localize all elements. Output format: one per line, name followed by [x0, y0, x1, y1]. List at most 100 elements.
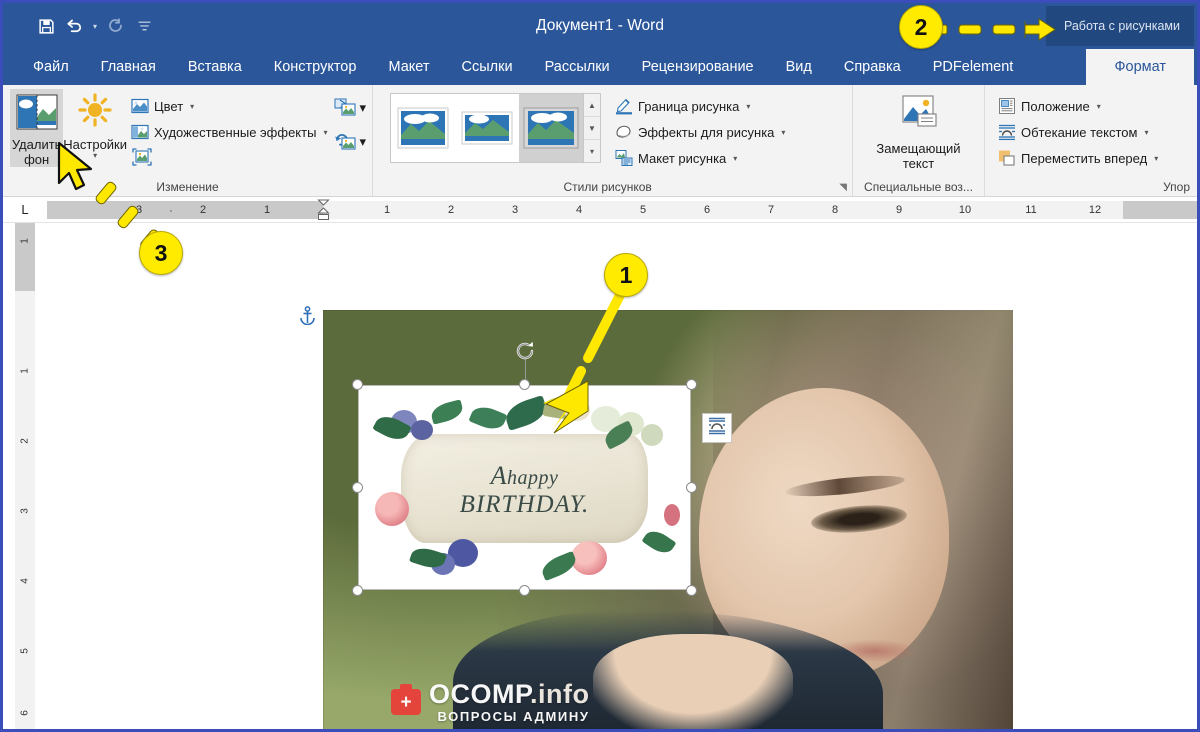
text-wrap-button[interactable]: Обтекание текстом ▾	[994, 119, 1162, 145]
quick-access-toolbar[interactable]: ▾	[3, 13, 157, 39]
annotation-badge-2: 2	[899, 5, 943, 49]
resize-handle-nw[interactable]	[352, 379, 363, 390]
resize-handle-s[interactable]	[519, 585, 530, 596]
resize-handle-ne[interactable]	[686, 379, 697, 390]
tab-help[interactable]: Справка	[828, 49, 917, 85]
resize-handle-se[interactable]	[686, 585, 697, 596]
position-caret-icon[interactable]: ▾	[1097, 102, 1101, 111]
artistic-effects-icon	[131, 123, 149, 141]
compress-pictures-button[interactable]	[127, 145, 331, 171]
alt-text-button[interactable]: Замещающий текст	[859, 89, 979, 171]
picture-border-button[interactable]: Граница рисунка ▾	[611, 93, 789, 119]
change-picture-button[interactable]: ▾	[334, 97, 366, 119]
tab-view[interactable]: Вид	[770, 49, 828, 85]
vertical-mark-3: 3	[19, 508, 31, 514]
picture-layout-label: Макет рисунка	[638, 150, 727, 166]
picture-styles-gallery[interactable]: ▲ ▼ ▾	[390, 93, 601, 163]
horizontal-ruler[interactable]: L 3 2 1 1 2 3 4 5 6 7 8 9 10 11 12 ·	[3, 197, 1197, 223]
tab-layout[interactable]: Макет	[372, 49, 445, 85]
artistic-effects-button[interactable]: Художественные эффекты ▾	[127, 119, 331, 145]
rotate-icon[interactable]	[514, 340, 536, 362]
watermark-main-text: OCOMP	[429, 679, 531, 709]
tab-review[interactable]: Рецензирование	[626, 49, 770, 85]
color-caret-icon[interactable]: ▾	[190, 102, 194, 111]
tab-file[interactable]: Файл	[17, 49, 85, 85]
save-icon[interactable]	[33, 13, 59, 39]
ribbon-group-arrange: Положение ▾ Обтекание текстом ▾ Перемест…	[985, 85, 1197, 196]
tab-stop-selector[interactable]: L	[3, 197, 47, 222]
ruler-text-area	[323, 201, 1123, 219]
document-page[interactable]: Ahappy BIRTHDAY. + OCOMP.info ВОПРОСЫ АД…	[47, 223, 1197, 729]
picture-styles-dialog-launcher-icon[interactable]: ◥	[839, 179, 847, 196]
color-button[interactable]: Цвет ▾	[127, 93, 331, 119]
group-label-arrange: Упор	[1163, 180, 1190, 194]
layout-options-button[interactable]	[702, 413, 732, 443]
picture-effects-caret-icon[interactable]: ▾	[781, 128, 785, 137]
watermark-sub: ВОПРОСЫ АДМИНУ	[437, 709, 590, 724]
ruler-mark-8: 8	[831, 204, 839, 216]
text-wrap-caret-icon[interactable]: ▾	[1144, 128, 1148, 137]
tab-references[interactable]: Ссылки	[446, 49, 529, 85]
vertical-mark-2: 2	[19, 438, 31, 444]
tab-insert[interactable]: Вставка	[172, 49, 258, 85]
undo-dropdown-caret[interactable]: ▾	[89, 13, 101, 39]
tab-pdfelement[interactable]: PDFelement	[917, 49, 1030, 85]
selected-picture[interactable]: Ahappy BIRTHDAY.	[352, 341, 732, 596]
ruler-mark-11: 11	[1025, 204, 1037, 216]
picture-effects-button[interactable]: Эффекты для рисунка ▾	[611, 119, 789, 145]
remove-background-icon	[15, 93, 59, 134]
resize-handle-n[interactable]	[519, 379, 530, 390]
picture-layout-icon	[615, 149, 633, 167]
resize-handle-e[interactable]	[686, 482, 697, 493]
artistic-effects-caret-icon[interactable]: ▾	[323, 128, 327, 137]
document-area: 1 1 2 3 4 5 6 Ahappy BIRTHDAY. + OCOMP.i…	[3, 223, 1197, 729]
redo-icon[interactable]	[103, 13, 129, 39]
annotation-badge-1: 1	[604, 253, 648, 297]
indent-markers[interactable]	[317, 199, 330, 221]
tab-format[interactable]: Формат	[1086, 49, 1194, 85]
vertical-mark-4: 4	[19, 578, 31, 584]
horizontal-ruler-track[interactable]: 3 2 1 1 2 3 4 5 6 7 8 9 10 11 12 ·	[47, 197, 1197, 222]
ruler-mark-7: 7	[767, 204, 775, 216]
ruler-mark-10: 10	[958, 204, 972, 216]
picture-style-1[interactable]	[391, 94, 455, 162]
vertical-mark-1: 1	[19, 368, 31, 374]
tab-mailings[interactable]: Рассылки	[529, 49, 626, 85]
picture-style-3[interactable]	[519, 94, 583, 162]
picture-style-2[interactable]	[455, 94, 519, 162]
change-picture-caret-icon[interactable]: ▾	[359, 100, 366, 116]
ribbon-tabs[interactable]: Файл Главная Вставка Конструктор Макет С…	[3, 49, 1197, 85]
ruler-right-margin	[1123, 201, 1197, 219]
vertical-ruler[interactable]: 1 1 2 3 4 5 6	[3, 223, 47, 729]
gallery-scrollbar[interactable]: ▲ ▼ ▾	[583, 94, 600, 162]
vertical-mark-top-1: 1	[19, 238, 31, 244]
undo-icon[interactable]	[61, 13, 87, 39]
color-icon	[131, 97, 149, 115]
gallery-scroll-up-icon[interactable]: ▲	[584, 94, 600, 117]
vertical-ruler-top-margin	[15, 223, 35, 291]
ruler-left-margin	[47, 201, 323, 219]
bring-forward-button[interactable]: Переместить вперед ▾	[994, 145, 1162, 171]
picture-border-label: Граница рисунка	[638, 98, 740, 114]
reset-picture-button[interactable]: ▾	[334, 131, 366, 153]
text-wrap-label: Обтекание текстом	[1021, 124, 1138, 140]
bring-forward-caret-icon[interactable]: ▾	[1154, 154, 1158, 163]
picture-layout-button[interactable]: Макет рисунка ▾	[611, 145, 789, 171]
word-window: ▾ Документ1 - Word Работа с рисунками Фа…	[0, 0, 1200, 732]
tab-design[interactable]: Конструктор	[258, 49, 373, 85]
picture-border-caret-icon[interactable]: ▾	[746, 102, 750, 111]
resize-handle-w[interactable]	[352, 482, 363, 493]
gallery-more-icon[interactable]: ▾	[584, 140, 600, 162]
picture-layout-caret-icon[interactable]: ▾	[733, 154, 737, 163]
reset-picture-caret-icon[interactable]: ▾	[359, 134, 366, 150]
reset-picture-icon	[334, 131, 357, 153]
ruler-mark-9: 9	[895, 204, 903, 216]
brightness-sun-icon	[75, 93, 115, 134]
position-button[interactable]: Положение ▾	[994, 93, 1162, 119]
gallery-scroll-down-icon[interactable]: ▼	[584, 117, 600, 140]
document-title: Документ1 - Word	[536, 17, 664, 34]
tab-home[interactable]: Главная	[85, 49, 172, 85]
customize-qat-icon[interactable]	[131, 13, 157, 39]
resize-handle-sw[interactable]	[352, 585, 363, 596]
ruler-mark-6: 6	[703, 204, 711, 216]
